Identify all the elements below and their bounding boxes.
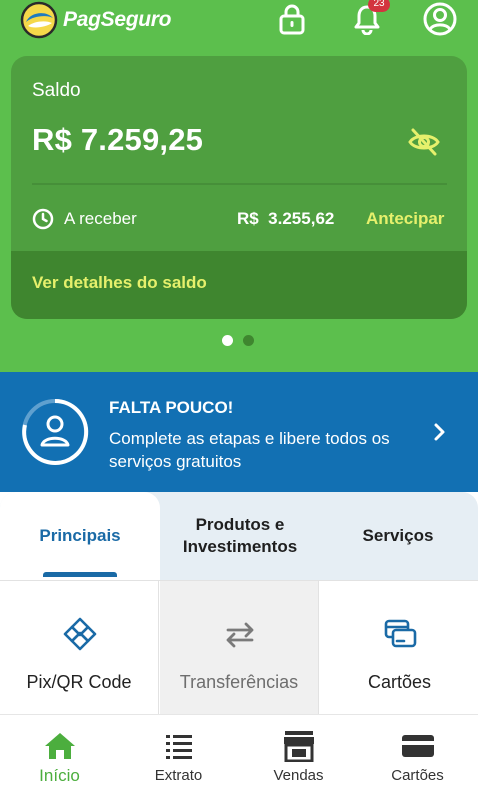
- carousel-dot[interactable]: [243, 335, 254, 346]
- onboarding-banner[interactable]: FALTA POUCO! Complete as etapas e libere…: [0, 372, 478, 492]
- nav-label: Vendas: [273, 767, 324, 784]
- anticipate-link[interactable]: Antecipar: [366, 209, 444, 229]
- tab-label: Principais: [39, 526, 121, 545]
- receivable-value: R$ 3.255,62: [237, 209, 335, 228]
- brand-name: PagSeguro: [63, 8, 172, 31]
- receivable-label: A receber: [64, 209, 137, 228]
- banner-title: FALTA POUCO!: [109, 398, 234, 417]
- tab-label: Serviços: [362, 526, 434, 545]
- nav-item-extrato[interactable]: Extrato: [119, 715, 238, 800]
- tab-produtos-investimentos[interactable]: Produtos e Investimentos: [160, 492, 320, 580]
- profile-progress-icon: [22, 398, 89, 465]
- nav-item-cartoes[interactable]: Cartões: [358, 715, 477, 800]
- statement-icon: [161, 730, 197, 762]
- feature-tiles: Pix/QR Code Transferências Cartões: [0, 580, 478, 715]
- carousel-pagination: [222, 335, 254, 346]
- balance-card: Saldo R$ 7.259,25 A receber R$ 3.255,62 …: [11, 56, 467, 319]
- balance-details-link[interactable]: Ver detalhes do saldo: [32, 273, 207, 293]
- balance-details-row[interactable]: Ver detalhes do saldo: [11, 251, 467, 319]
- lock-icon[interactable]: [275, 2, 309, 36]
- store-icon: [281, 730, 317, 762]
- chevron-right-icon[interactable]: [429, 420, 449, 444]
- nav-item-inicio[interactable]: Início: [0, 715, 119, 800]
- tab-principais[interactable]: Principais: [0, 492, 160, 580]
- card-divider: [32, 183, 447, 185]
- tile-cartoes[interactable]: Cartões: [320, 581, 478, 715]
- profile-avatar-icon[interactable]: [423, 2, 457, 36]
- brand-logo: PagSeguro: [20, 1, 171, 39]
- nav-item-vendas[interactable]: Vendas: [239, 715, 358, 800]
- bottom-navigation: Início Extrato Vendas Cartões: [0, 714, 478, 800]
- hide-balance-eye-icon[interactable]: [404, 122, 444, 162]
- home-icon: [42, 730, 78, 762]
- active-tab-indicator: [43, 572, 117, 577]
- pix-icon: [62, 616, 98, 652]
- nav-label: Extrato: [154, 767, 203, 784]
- banner-text: Complete as etapas e libere todos os ser…: [109, 429, 390, 471]
- tile-label: Cartões: [367, 672, 432, 692]
- tab-label: Produtos e Investimentos: [182, 515, 298, 556]
- card-icon: [400, 730, 436, 762]
- tile-label: Pix/QR Code: [26, 672, 132, 692]
- notification-count-badge: 23: [368, 0, 390, 12]
- nav-label: Cartões: [391, 767, 444, 784]
- category-tabs: Principais Produtos e Investimentos Serv…: [0, 492, 478, 580]
- pagseguro-logo-icon: [20, 1, 58, 39]
- balance-value: R$ 7.259,25: [32, 122, 204, 157]
- clock-icon: [32, 208, 54, 230]
- tile-label: Transferências: [179, 672, 299, 692]
- header-area: PagSeguro 23 Saldo R$ 7.259,25 A receber…: [0, 0, 478, 372]
- top-bar: PagSeguro 23: [0, 0, 478, 40]
- tab-servicos[interactable]: Serviços: [318, 492, 478, 580]
- cards-icon: [382, 616, 418, 652]
- carousel-dot-active[interactable]: [222, 335, 233, 346]
- balance-label: Saldo: [32, 80, 81, 101]
- tile-transferencias[interactable]: Transferências: [160, 581, 319, 715]
- tile-pix-qr-code[interactable]: Pix/QR Code: [0, 581, 159, 715]
- transfer-icon: [222, 616, 258, 652]
- nav-label: Início: [39, 766, 80, 785]
